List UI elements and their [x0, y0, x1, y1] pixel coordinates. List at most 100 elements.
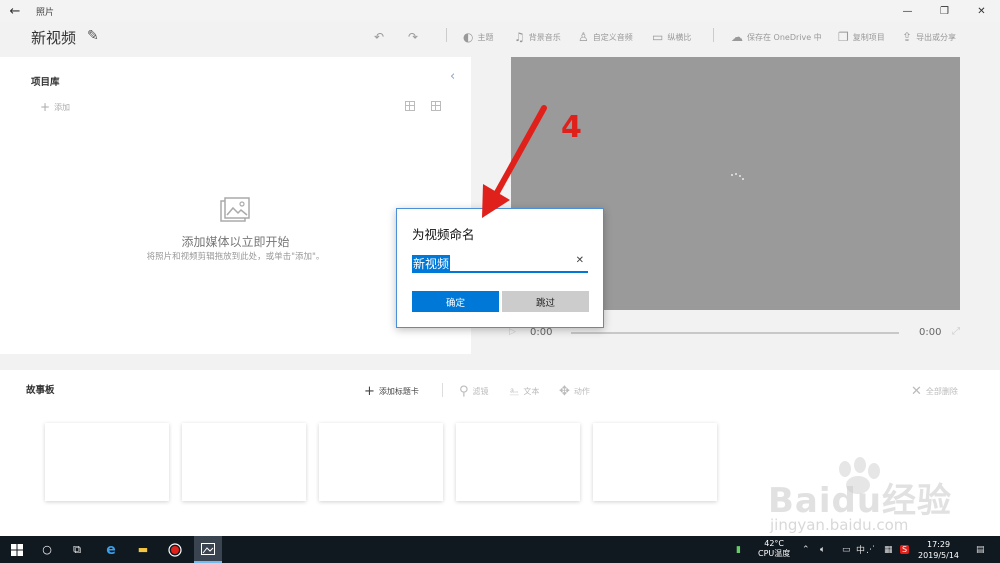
- photos-app-icon[interactable]: [194, 536, 222, 563]
- keyboard-icon[interactable]: ▦: [884, 536, 893, 563]
- motion-button[interactable]: ✥ 动作: [559, 384, 590, 399]
- fullscreen-icon[interactable]: ⤢: [952, 326, 960, 337]
- current-time: 0:00: [530, 327, 553, 338]
- text-icon: ⎁: [509, 384, 520, 399]
- plus-icon: +: [40, 100, 51, 114]
- export-share-label: 导出或分享: [916, 32, 957, 42]
- palette-icon: ◐: [463, 30, 474, 44]
- add-title-card-label: 添加标题卡: [378, 387, 419, 396]
- rename-pencil-icon[interactable]: ✎: [87, 28, 99, 44]
- network-icon[interactable]: ⋰: [866, 536, 875, 563]
- watermark-brand: Baidu经验: [768, 481, 953, 521]
- remove-all-button[interactable]: ✕ 全部删除: [911, 384, 958, 399]
- clock[interactable]: 17:29 2019/5/14: [918, 539, 959, 561]
- grid-view-small-icon[interactable]: [431, 101, 441, 111]
- taskbar: ○ ⧉ e ▬ ▮ 42°C CPU温度 ⌃ 🔈︎ ▭ 中 ⋰ ▦ S 17:2…: [0, 536, 1000, 563]
- storyboard-slot[interactable]: [45, 423, 169, 501]
- task-view-icon[interactable]: ⧉: [64, 536, 90, 563]
- undo-button[interactable]: ↶: [374, 30, 388, 44]
- seek-bar[interactable]: [571, 332, 899, 334]
- filter-button[interactable]: ⚲ 滤镜: [459, 384, 489, 399]
- plus-icon: +: [364, 384, 375, 399]
- volume-icon[interactable]: 🔈︎: [820, 536, 825, 563]
- theme-button[interactable]: ◐ 主题: [463, 30, 493, 44]
- export-share-button[interactable]: ⇪ 导出或分享: [902, 30, 956, 44]
- library-title: 项目库: [31, 77, 60, 88]
- redo-icon: ↷: [408, 30, 419, 44]
- record-icon: [168, 542, 182, 557]
- copy-project-button[interactable]: ❐ 复制项目: [838, 30, 885, 44]
- add-title-card-button[interactable]: + 添加标题卡: [364, 384, 419, 399]
- video-name-input[interactable]: 新视频 ✕: [412, 253, 588, 273]
- undo-icon: ↶: [374, 30, 385, 44]
- save-onedrive-button[interactable]: ☁ 保存在 OneDrive 中: [731, 30, 822, 44]
- cpu-temp-widget[interactable]: 42°C CPU温度: [758, 539, 790, 559]
- media-image-icon: [220, 197, 250, 222]
- storyboard-title: 故事板: [26, 385, 55, 396]
- storyboard-slot[interactable]: [182, 423, 306, 501]
- ime-indicator[interactable]: 中: [856, 536, 865, 563]
- text-button[interactable]: ⎁ 文本: [509, 384, 539, 399]
- add-media-button[interactable]: + 添加: [40, 100, 70, 114]
- play-icon[interactable]: ▷: [509, 327, 516, 337]
- copy-project-label: 复制项目: [852, 32, 885, 42]
- music-button[interactable]: ♫ 背景音乐: [514, 30, 561, 44]
- storyboard-slot[interactable]: [593, 423, 717, 501]
- text-label: 文本: [523, 387, 540, 396]
- sogou-input-icon[interactable]: S: [900, 536, 910, 563]
- aspect-ratio-button[interactable]: ▭ 纵横比: [652, 30, 691, 44]
- restore-button[interactable]: ❐: [926, 0, 963, 22]
- close-icon: ✕: [911, 384, 922, 399]
- loading-spinner-icon: [731, 173, 745, 181]
- custom-audio-button[interactable]: ♙ 自定义音频: [578, 30, 633, 44]
- music-label: 背景音乐: [528, 32, 561, 42]
- close-button[interactable]: ✕: [963, 0, 1000, 22]
- minimize-button[interactable]: —: [889, 0, 926, 22]
- add-media-label: 添加: [54, 102, 71, 112]
- filter-label: 滤镜: [472, 387, 489, 396]
- battery-icon[interactable]: ▮: [736, 536, 741, 563]
- editor-toolbar: 新视频 ✎ ↶ ↷ ◐ 主题 ♫ 背景音乐 ♙ 自定义音频 ▭ 纵横比 ☁ 保存在 One…: [0, 22, 1000, 52]
- file-explorer-icon[interactable]: ▬: [130, 536, 156, 563]
- remove-all-label: 全部删除: [925, 387, 958, 396]
- storyboard-slot[interactable]: [319, 423, 443, 501]
- aspect-ratio-icon: ▭: [652, 30, 664, 44]
- dialog-title: 为视频命名: [412, 227, 475, 242]
- clear-icon[interactable]: ✕: [576, 255, 584, 266]
- back-button[interactable]: ←: [0, 4, 30, 19]
- notifications-icon[interactable]: ▤: [976, 536, 985, 563]
- chevron-up-icon[interactable]: ⌃: [802, 536, 810, 563]
- annotation-arrow-icon: [482, 105, 547, 218]
- collapse-chevron-icon[interactable]: ‹: [450, 69, 455, 84]
- total-time: 0:00: [919, 327, 942, 338]
- power-icon[interactable]: ▭: [842, 536, 851, 563]
- start-button[interactable]: [0, 536, 34, 563]
- project-title: 新视频: [31, 29, 77, 47]
- clock-time: 17:29: [926, 540, 951, 549]
- grid-view-large-icon[interactable]: [405, 101, 415, 111]
- person-audio-icon: ♙: [578, 30, 589, 44]
- annotation-step-number: 4: [561, 110, 582, 145]
- photos-icon: [201, 542, 215, 555]
- video-name-value: 新视频: [412, 255, 451, 272]
- copy-icon: ❐: [838, 30, 849, 44]
- edge-browser-icon[interactable]: e: [98, 536, 124, 563]
- filter-icon: ⚲: [459, 384, 469, 399]
- record-app-icon[interactable]: [162, 536, 188, 563]
- storyboard-slot[interactable]: [456, 423, 580, 501]
- skip-button[interactable]: 跳过: [502, 291, 589, 312]
- music-note-icon: ♫: [514, 30, 525, 44]
- storyboard-divider: [442, 383, 443, 397]
- redo-button[interactable]: ↷: [408, 30, 422, 44]
- ok-button[interactable]: 确定: [412, 291, 499, 312]
- share-icon: ⇪: [902, 30, 913, 44]
- search-circle-icon[interactable]: ○: [34, 536, 60, 563]
- windows-logo-icon: [11, 543, 23, 556]
- toolbar-divider: [713, 28, 714, 42]
- window-controls: — ❐ ✕: [889, 0, 1000, 22]
- motion-icon: ✥: [559, 384, 570, 399]
- title-bar: ← 照片 — ❐ ✕: [0, 0, 1000, 22]
- custom-audio-label: 自定义音频: [592, 32, 633, 42]
- cpu-temp-value: 42°C: [764, 539, 785, 548]
- toolbar-divider: [446, 28, 447, 42]
